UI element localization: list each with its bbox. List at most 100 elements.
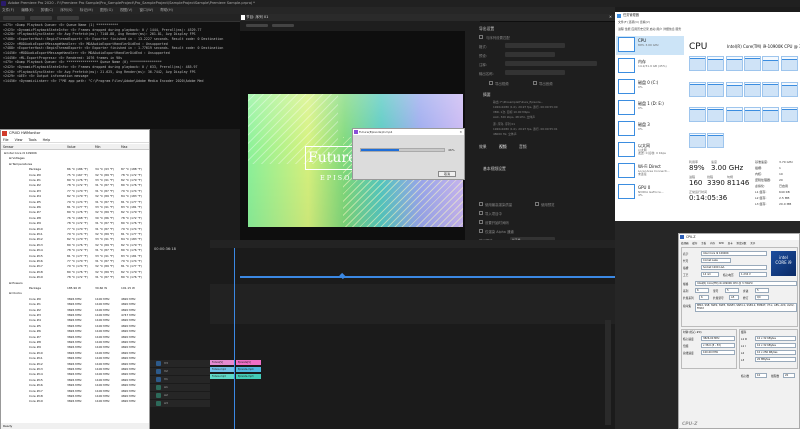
perf-item[interactable]: GPU 0 NVIDIA GeForce... 4%	[616, 183, 684, 202]
sensor-row[interactable]: Core #9 3826 MHz 1100 MHz 4820 MHz	[1, 345, 149, 350]
sensor-row[interactable]: Core #17 79 °C (174 °F) 32 °C (89 °F) 81 °C…	[1, 264, 149, 269]
track-header[interactable]: V1	[150, 376, 210, 383]
menu-sequence[interactable]: 序列(S)	[60, 8, 72, 12]
menu-graphics[interactable]: 图形(G)	[100, 8, 113, 12]
timeline-scrollbar[interactable]	[605, 320, 611, 425]
menu-edit[interactable]: 编辑(E)	[21, 8, 33, 12]
panel-tab[interactable]	[3, 16, 25, 20]
menu-clip[interactable]: 剪辑(C)	[41, 8, 54, 12]
sensor-row[interactable]: Core #6 3826 MHz 1100 MHz 4820 MHz	[1, 329, 149, 334]
max-quality-checkbox[interactable]	[479, 202, 483, 206]
sensor-row[interactable]: Core #19 78 °C (172 °F) 31 °C (87 °F) 80 °C…	[1, 275, 149, 280]
menu-window[interactable]: 窗口(W)	[140, 8, 154, 12]
cpuz-tab[interactable]: 测试分数	[736, 242, 746, 245]
output-name-input[interactable]	[505, 70, 565, 75]
import-project-checkbox[interactable]	[479, 211, 483, 215]
sensor-row[interactable]: Core #17 3826 MHz 1100 MHz 4820 MHz	[1, 389, 149, 394]
tab-effects[interactable]: 效果	[479, 144, 487, 150]
sensor-row[interactable]: Core #7 80 °C (176 °F) 32 °C (89 °F) 82 °C …	[1, 210, 149, 215]
track-target-toggle[interactable]	[156, 377, 161, 382]
track-header[interactable]: A3	[150, 400, 210, 407]
match-sequence-checkbox[interactable]	[479, 35, 483, 39]
track-header[interactable]: V2	[150, 368, 210, 375]
sensor-row[interactable]: Core #19 3826 MHz 1100 MHz 4820 MHz	[1, 399, 149, 404]
perf-item[interactable]: 磁盘 3 0%	[616, 120, 684, 139]
hw-menu-view[interactable]: View	[15, 138, 23, 142]
sensor-row[interactable]: ⊟ Clocks	[1, 291, 149, 296]
timeline-clip[interactable]: Episode[V]	[236, 360, 261, 365]
panel-tab[interactable]	[30, 16, 52, 20]
perf-item[interactable]: Wi-Fi Direct Local Area Connecti... 未连接	[616, 162, 684, 181]
use-previews-checkbox[interactable]	[535, 202, 539, 206]
column-sensor[interactable]: Sensor	[3, 144, 14, 150]
perf-item[interactable]: 磁盘 0 (C:) 0%	[616, 78, 684, 97]
playhead-line[interactable]	[234, 248, 235, 429]
sensor-row[interactable]: Core #15 81 °C (177 °F) 33 °C (91 °F) 83 °C…	[1, 254, 149, 259]
menu-view[interactable]: 视图(V)	[120, 8, 132, 12]
tab-output[interactable]	[272, 24, 294, 27]
cpuz-tab[interactable]: 主板	[701, 242, 706, 245]
sensor-row[interactable]: Core #1 3826 MHz 1100 MHz 4820 MHz	[1, 302, 149, 307]
render-alpha-checkbox[interactable]	[479, 229, 483, 233]
track-header[interactable]: A1	[150, 384, 210, 391]
export-audio-checkbox[interactable]	[533, 81, 537, 85]
sensor-row[interactable]: Core #5 79 °C (174 °F) 31 °C (87 °F) 81 °C …	[1, 200, 149, 205]
sensor-row[interactable]: Core #4 82 °C (179 °F) 32 °C (89 °F) 84 °C …	[1, 194, 149, 199]
task-manager-tabs[interactable]: 进程 性能 应用历史记录 启动 用户 详细信息 服务	[618, 27, 681, 31]
cpuz-tab[interactable]: 缓存	[692, 242, 697, 245]
track-target-toggle[interactable]	[156, 393, 161, 398]
sensor-row[interactable]: Core #7 3826 MHz 1100 MHz 4820 MHz	[1, 335, 149, 340]
sensor-row[interactable]: Package 86 °C (186 °F) 34 °C (93 °F) 87 °C …	[1, 167, 149, 172]
task-manager-menu[interactable]: 文件(F) 选项(O) 查看(V)	[618, 20, 650, 24]
menu-marker[interactable]: 标记(M)	[80, 8, 93, 12]
work-area-bar[interactable]	[240, 276, 615, 278]
sensor-row[interactable]: Core #12 3826 MHz 1100 MHz 4820 MHz	[1, 362, 149, 367]
tab-source[interactable]	[246, 24, 268, 27]
cpuz-tab[interactable]: 关于	[750, 242, 755, 245]
panel-tab[interactable]	[57, 16, 79, 20]
sensor-row[interactable]: Core #9 78 °C (172 °F) 31 °C (87 °F) 80 °C …	[1, 221, 149, 226]
sensor-row[interactable]: Core #16 3826 MHz 1100 MHz 4820 MHz	[1, 383, 149, 388]
menu-file[interactable]: 文件(F)	[2, 8, 14, 12]
timeline-ruler[interactable]	[210, 240, 615, 248]
track-header[interactable]: A2	[150, 392, 210, 399]
track-target-toggle[interactable]	[156, 361, 161, 366]
export-video-checkbox[interactable]	[489, 81, 493, 85]
playhead-handle[interactable]	[339, 272, 346, 280]
sensor-row[interactable]: Core #10 77 °C (170 °F) 31 °C (87 °F) 79 °C…	[1, 227, 149, 232]
comment-input[interactable]	[505, 61, 597, 66]
preset-dropdown[interactable]	[505, 52, 555, 57]
timeline-timecode[interactable]: 00:00:36:18	[154, 247, 176, 251]
sensor-row[interactable]: Core #14 78 °C (172 °F) 31 °C (87 °F) 80 °C…	[1, 248, 149, 253]
track-header[interactable]: V3	[150, 360, 210, 367]
sensor-row[interactable]: Core #4 3826 MHz 1100 MHz 4820 MHz	[1, 318, 149, 323]
format-dropdown[interactable]	[505, 43, 565, 48]
column-min[interactable]: Min	[95, 144, 101, 150]
tab-video[interactable]: 视频	[499, 144, 507, 150]
track-target-toggle[interactable]	[156, 401, 161, 406]
perf-item[interactable]: 磁盘 1 (D: E:) 0%	[616, 99, 684, 118]
timeline-clip[interactable]: Episode.mp4	[236, 367, 261, 372]
sensor-row[interactable]: Core #14 3826 MHz 1100 MHz 4820 MHz	[1, 372, 149, 377]
sensor-row[interactable]: ⊟ Powers	[1, 281, 149, 286]
sensor-row[interactable]: Core #0 75 °C (167 °F) 32 °C (89 °F) 78 °C …	[1, 173, 149, 178]
column-value[interactable]: Value	[67, 144, 76, 150]
cpuz-tab[interactable]: 显卡	[728, 242, 733, 245]
timeline-clip[interactable]: Future.mp4	[210, 367, 235, 372]
perf-item[interactable]: CPU 89% 3.00 GHz	[616, 36, 684, 55]
hw-menu-tools[interactable]: Tools	[28, 138, 36, 142]
perf-item[interactable]: 内存 14.2/31.9 GB (45%)	[616, 57, 684, 76]
menu-help[interactable]: 帮助(H)	[160, 8, 173, 12]
cpuz-tab[interactable]: 处理器	[681, 242, 689, 245]
sensor-row[interactable]: Core #2 78 °C (172 °F) 31 °C (87 °F) 80 °C …	[1, 183, 149, 188]
column-max[interactable]: Max	[121, 144, 127, 150]
sensor-row[interactable]: Core #2 3826 MHz 1100 MHz 4820 MHz	[1, 308, 149, 313]
tab-audio[interactable]: 音频	[519, 144, 527, 150]
sensor-row[interactable]: Core #12 82 °C (179 °F) 33 °C (91 °F) 84 °C…	[1, 237, 149, 242]
hw-menu-help[interactable]: Help	[43, 138, 51, 142]
track-target-toggle[interactable]	[156, 369, 161, 374]
timeline-clip[interactable]: Episode.mp3	[236, 374, 261, 379]
sensor-row[interactable]: ⊟ Voltages	[1, 156, 149, 161]
perf-item[interactable]: 以太网 以太网 发送: 0 接收: 0 Kbps	[616, 141, 684, 160]
set-start-timecode-checkbox[interactable]	[479, 220, 483, 224]
